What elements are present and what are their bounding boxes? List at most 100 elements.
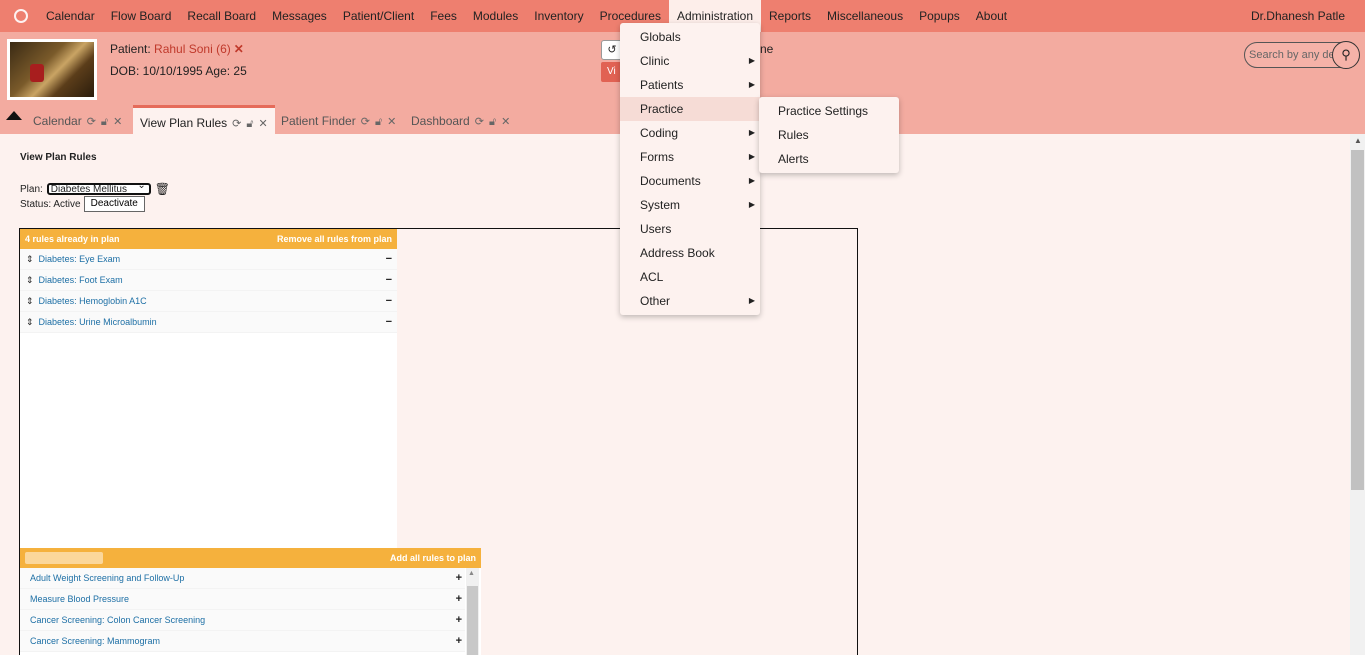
list-item[interactable]: Measure Blood Pressure + (20, 589, 465, 610)
tab-label: Dashboard (411, 114, 470, 128)
tab-view-plan-rules[interactable]: View Plan Rules ⟳ 🔓︎ ✕ (133, 105, 275, 134)
refresh-icon[interactable]: ⟳ (232, 118, 241, 130)
close-icon[interactable]: ✕ (501, 116, 510, 128)
menu-item-documents[interactable]: Documents ▶ (620, 169, 760, 193)
delete-plan-icon[interactable]: 🗑︎ (155, 182, 170, 196)
menu-item-acl[interactable]: ACL (620, 265, 760, 289)
tab-label: Calendar (33, 114, 82, 128)
rule-link[interactable]: Diabetes: Foot Exam (39, 275, 123, 285)
available-rules-panel: Add all rules to plan Adult Weight Scree… (20, 548, 481, 655)
lock-icon[interactable]: 🔓︎ (101, 116, 108, 128)
menu-item-clinic[interactable]: Clinic ▶ (620, 49, 760, 73)
menu-item-other[interactable]: Other ▶ (620, 289, 760, 313)
plan-row: Plan: Diabetes Mellitus 🗑︎ (20, 181, 170, 196)
menu-label: Forms (640, 150, 674, 164)
add-rule-icon[interactable]: + (456, 614, 462, 626)
nav-popups[interactable]: Popups (911, 0, 968, 32)
patient-line: Patient: Rahul Soni (6) ✕ (110, 42, 244, 56)
menu-item-patients[interactable]: Patients ▶ (620, 73, 760, 97)
rule-link[interactable]: Adult Weight Screening and Follow-Up (30, 573, 184, 583)
tab-patient-finder[interactable]: Patient Finder ⟳ 🔓︎ ✕ (281, 109, 396, 134)
remove-rule-icon[interactable]: − (386, 274, 392, 286)
refresh-icon[interactable]: ⟳ (87, 116, 96, 128)
tab-calendar[interactable]: Calendar ⟳ 🔓︎ ✕ (33, 109, 122, 134)
menu-item-coding[interactable]: Coding ▶ (620, 121, 760, 145)
rule-link[interactable]: Cancer Screening: Mammogram (30, 636, 160, 646)
nav-flow-board[interactable]: Flow Board (103, 0, 180, 32)
lock-icon[interactable]: 🔓︎ (375, 116, 382, 128)
menu-item-alerts[interactable]: Alerts (759, 147, 899, 171)
tab-label: View Plan Rules (140, 116, 228, 130)
menu-item-practice-settings[interactable]: Practice Settings (759, 99, 899, 123)
submenu-arrow-icon: ▶ (748, 296, 755, 305)
scroll-thumb[interactable] (467, 586, 478, 655)
menu-item-forms[interactable]: Forms ▶ (620, 145, 760, 169)
remove-all-rules-link[interactable]: Remove all rules from plan (277, 234, 392, 244)
nav-messages[interactable]: Messages (264, 0, 335, 32)
scroll-up-icon[interactable]: ▲ (468, 570, 475, 577)
deactivate-button[interactable]: Deactivate (83, 196, 145, 212)
drag-handle-icon[interactable]: ⇕ (26, 296, 34, 307)
list-item[interactable]: ⇕ Diabetes: Foot Exam − (20, 270, 397, 291)
nav-calendar[interactable]: Calendar (38, 0, 103, 32)
menu-item-address-book[interactable]: Address Book (620, 241, 760, 265)
list-item[interactable]: Adult Weight Screening and Follow-Up + (20, 568, 465, 589)
list-item[interactable]: ⇕ Diabetes: Urine Microalbumin − (20, 312, 397, 333)
drag-handle-icon[interactable]: ⇕ (26, 254, 34, 265)
patient-photo[interactable] (7, 39, 97, 100)
add-all-rules-link[interactable]: Add all rules to plan (390, 553, 476, 563)
drag-handle-icon[interactable]: ⇕ (26, 317, 34, 328)
available-filter-bar[interactable] (25, 552, 103, 564)
list-item[interactable]: ⇕ Diabetes: Eye Exam − (20, 249, 397, 270)
nav-inventory[interactable]: Inventory (526, 0, 591, 32)
rule-link[interactable]: Diabetes: Urine Microalbumin (39, 317, 157, 327)
refresh-icon[interactable]: ⟳ (361, 116, 370, 128)
list-item[interactable]: ⇕ Diabetes: Hemoglobin A1C − (20, 291, 397, 312)
add-rule-icon[interactable]: + (456, 635, 462, 647)
menu-item-system[interactable]: System ▶ (620, 193, 760, 217)
close-patient-icon[interactable]: ✕ (234, 42, 244, 56)
plan-select[interactable]: Diabetes Mellitus (46, 181, 151, 195)
menu-item-practice[interactable]: Practice (620, 97, 760, 121)
close-icon[interactable]: ✕ (113, 116, 122, 128)
menu-item-globals[interactable]: Globals (620, 25, 760, 49)
search-icon[interactable]: ⚲ (1332, 41, 1360, 69)
menu-label: ACL (640, 270, 664, 284)
collapse-header-icon[interactable] (6, 111, 22, 120)
add-rule-icon[interactable]: + (456, 572, 462, 584)
add-rule-icon[interactable]: + (456, 593, 462, 605)
patient-name-link[interactable]: Rahul Soni (6) (154, 42, 231, 56)
lock-icon[interactable]: 🔓︎ (246, 118, 253, 130)
list-item[interactable]: Cancer Screening: Mammogram + (20, 631, 465, 652)
app-logo-icon[interactable] (14, 9, 28, 23)
close-icon[interactable]: ✕ (387, 116, 396, 128)
close-icon[interactable]: ✕ (259, 118, 268, 130)
rule-link[interactable]: Cancer Screening: Colon Cancer Screening (30, 615, 205, 625)
scroll-thumb[interactable] (1351, 150, 1364, 490)
refresh-icon[interactable]: ⟳ (475, 116, 484, 128)
rule-link[interactable]: Diabetes: Hemoglobin A1C (39, 296, 147, 306)
menu-item-users[interactable]: Users (620, 217, 760, 241)
rule-link[interactable]: Measure Blood Pressure (30, 594, 129, 604)
nav-modules[interactable]: Modules (465, 0, 526, 32)
nav-patient-client[interactable]: Patient/Client (335, 0, 422, 32)
rule-link[interactable]: Diabetes: Eye Exam (39, 254, 121, 264)
nav-fees[interactable]: Fees (422, 0, 465, 32)
rules-count-label: 4 rules already in plan (25, 234, 120, 244)
tab-dashboard[interactable]: Dashboard ⟳ 🔓︎ ✕ (411, 109, 510, 134)
menu-item-rules[interactable]: Rules (759, 123, 899, 147)
nav-recall-board[interactable]: Recall Board (179, 0, 264, 32)
remove-rule-icon[interactable]: − (386, 295, 392, 307)
available-scrollbar[interactable]: ▲ (466, 568, 479, 655)
nav-about[interactable]: About (968, 0, 1015, 32)
drag-handle-icon[interactable]: ⇕ (26, 275, 34, 286)
lock-icon[interactable]: 🔓︎ (489, 116, 496, 128)
remove-rule-icon[interactable]: − (386, 316, 392, 328)
list-item[interactable]: Cancer Screening: Colon Cancer Screening… (20, 610, 465, 631)
user-menu[interactable]: Dr.Dhanesh Patle (1251, 0, 1345, 32)
nav-miscellaneous[interactable]: Miscellaneous (819, 0, 911, 32)
scroll-up-icon[interactable]: ▲ (1354, 136, 1362, 145)
remove-rule-icon[interactable]: − (386, 253, 392, 265)
page-scrollbar[interactable]: ▲ (1350, 134, 1365, 655)
nav-reports[interactable]: Reports (761, 0, 819, 32)
